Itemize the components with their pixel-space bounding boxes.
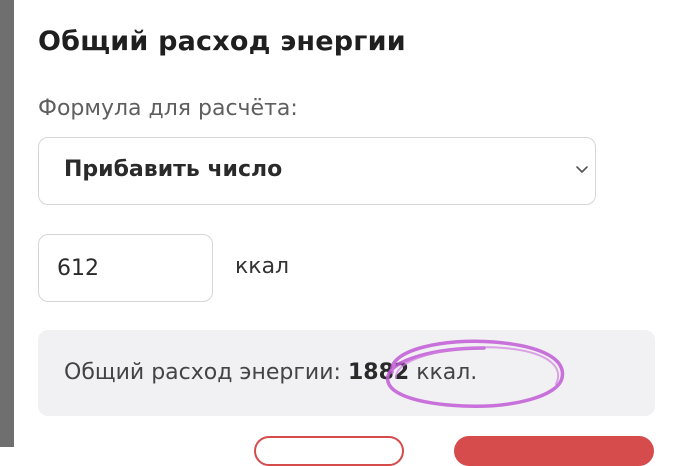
page-title: Общий расход энергии [38, 26, 406, 57]
formula-select-value: Прибавить число [64, 157, 283, 182]
formula-label: Формула для расчёта: [38, 96, 298, 121]
primary-button[interactable] [454, 436, 654, 466]
calories-unit-label: ккал [235, 254, 290, 279]
result-box: Общий расход энергии: 1882 ккал. [38, 330, 655, 416]
window-left-edge [0, 0, 14, 447]
result-label: Общий расход энергии: [64, 360, 341, 385]
calories-input[interactable]: 612 [38, 234, 213, 302]
result-value: 1882 [347, 360, 410, 385]
chevron-down-icon [576, 166, 588, 173]
calories-input-value: 612 [57, 256, 99, 281]
formula-select[interactable]: Прибавить число [38, 137, 596, 205]
result-unit: ккал. [416, 360, 478, 385]
secondary-button[interactable] [254, 436, 404, 466]
energy-expenditure-panel: Общий расход энергии Формула для расчёта… [14, 0, 680, 466]
result-text: Общий расход энергии: 1882 ккал. [64, 360, 477, 385]
